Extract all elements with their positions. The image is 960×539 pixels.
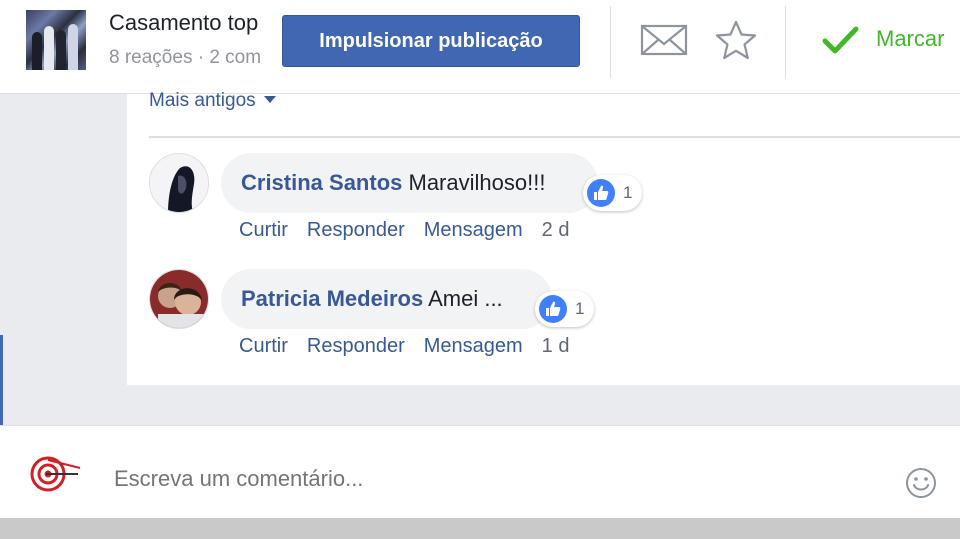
reaction-badge[interactable]: 1 — [583, 175, 643, 211]
like-icon — [539, 295, 567, 323]
comment-text: Maravilhoso!!! — [408, 170, 546, 195]
post-thumbnail[interactable] — [26, 10, 86, 70]
divider — [149, 136, 960, 138]
window-bottom-bar — [0, 518, 960, 539]
comment-composer — [0, 425, 960, 518]
sort-older-link[interactable]: Mais antigos — [149, 90, 276, 112]
comments-panel: Mais antigos Cristina Santos Maravilhoso… — [127, 90, 960, 385]
comment-timestamp[interactable]: 2 d — [542, 219, 570, 241]
comment-input[interactable] — [114, 466, 874, 492]
comment-actions: Curtir Responder Mensagem 2 d — [239, 219, 569, 242]
reply-link[interactable]: Responder — [307, 219, 405, 241]
reply-link[interactable]: Responder — [307, 335, 405, 357]
comment-text: Amei ... — [428, 286, 503, 311]
sort-label: Mais antigos — [149, 90, 256, 111]
reaction-badge[interactable]: 1 — [535, 291, 595, 327]
post-meta: 8 reações · 2 com — [109, 47, 262, 68]
reaction-count: 1 — [575, 299, 585, 318]
star-icon — [715, 20, 757, 60]
header-divider — [610, 6, 611, 78]
left-accent-bar — [0, 335, 3, 425]
smiley-icon — [906, 468, 936, 498]
comment-bubble: Cristina Santos Maravilhoso!!! — [221, 153, 598, 213]
post-header: Casamento top 8 reações · 2 com Impulsio… — [0, 0, 960, 94]
message-button[interactable] — [640, 20, 688, 60]
emoji-button[interactable] — [904, 466, 938, 500]
post-title[interactable]: Casamento top — [109, 10, 258, 36]
commenter-avatar[interactable] — [149, 269, 209, 329]
mark-button-label: Marcar — [876, 26, 945, 51]
reaction-count: 1 — [623, 183, 633, 202]
favorite-button[interactable] — [712, 20, 760, 60]
comment-actions: Curtir Responder Mensagem 1 d — [239, 335, 569, 358]
commenter-avatar[interactable] — [149, 153, 209, 213]
like-comment-link[interactable]: Curtir — [239, 335, 288, 357]
boost-post-button[interactable]: Impulsionar publicação — [282, 15, 580, 67]
page-avatar[interactable] — [26, 450, 84, 500]
caret-down-icon — [263, 96, 276, 103]
header-divider — [785, 6, 786, 78]
envelope-icon — [640, 24, 688, 56]
message-link[interactable]: Mensagem — [424, 335, 523, 357]
comment-bubble: Patricia Medeiros Amei ... — [221, 269, 552, 329]
checkmark-icon — [822, 26, 859, 54]
comment-timestamp[interactable]: 1 d — [542, 335, 570, 357]
comment-author[interactable]: Cristina Santos — [241, 170, 402, 195]
like-icon — [587, 179, 615, 207]
like-comment-link[interactable]: Curtir — [239, 219, 288, 241]
comment-author[interactable]: Patricia Medeiros — [241, 286, 423, 311]
message-link[interactable]: Mensagem — [424, 219, 523, 241]
